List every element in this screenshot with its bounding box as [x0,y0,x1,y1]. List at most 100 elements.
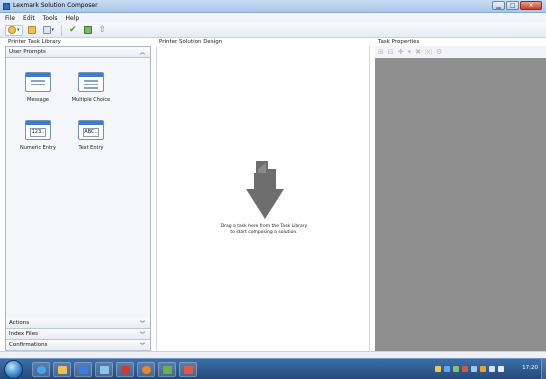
deploy-arrow-icon: ⇧ [98,25,107,35]
save-button[interactable]: ▾ [41,25,57,36]
network-icon[interactable] [489,366,495,372]
task-properties-panel [375,58,546,351]
tool-icon [184,366,193,374]
toolbar: ▾ ▾ ✔ ⇧ [0,23,546,38]
library-pane-title: Printer Task Library [8,39,61,45]
expand-chevron-icon: ︾ [139,320,145,327]
properties-toolbar: ⊞ ⊟ ✚ ▾ ✖ ⒳ ⚙ [375,46,546,58]
save-icon [42,26,51,34]
show-desktop-button[interactable] [541,359,546,379]
app-icon [3,3,10,10]
gear-icon[interactable]: ⚙ [436,48,442,56]
start-button[interactable] [4,360,23,379]
status-bar [0,351,546,358]
numeric-icon-text: 123.. [30,128,46,137]
taskbar-app-ie[interactable] [32,362,50,377]
drop-hint: Drag a task here from the Task Library t… [157,224,371,236]
menu-bar: File Edit Tools Help [0,13,546,23]
ie-icon [37,366,46,374]
close-icon: ✕ [528,2,534,9]
user-prompts-list: Message Multiple Choice 123.. Numeric En… [6,58,150,318]
chevron-down-icon[interactable]: ▾ [408,48,412,56]
user-prompts-label: User Prompts [9,49,46,55]
collapse-all-icon[interactable]: ⊟ [388,48,394,56]
taskbar-app-firefox[interactable] [137,362,155,377]
confirmations-label: Confirmations [9,342,48,348]
menu-edit[interactable]: Edit [23,15,35,22]
maximize-button[interactable]: □ [506,1,519,10]
build-button[interactable] [82,25,94,36]
taskbar-app-composer[interactable] [158,362,176,377]
drop-hint-line2: to start composing a solution. [230,230,298,235]
actions-label: Actions [9,320,30,326]
drop-arrow-icon [246,161,284,219]
menu-help[interactable]: Help [65,15,79,22]
taskbar-app-pdf[interactable] [116,362,134,377]
system-tray [435,366,504,372]
add-icon[interactable]: ✚ [398,48,404,56]
taskbar-app-tool[interactable] [179,362,197,377]
title-bar: Lexmark Solution Composer ▁ □ ✕ [0,0,546,13]
task-tile-message[interactable]: Message [18,72,58,103]
validate-button[interactable]: ✔ [67,25,79,36]
index-files-header[interactable]: Index Files ︾ [6,329,150,340]
multiple-choice-task-icon [78,72,104,92]
tile-label: Numeric Entry [20,145,56,151]
tray-icon[interactable] [471,366,477,372]
checkmark-icon: ✔ [69,25,77,35]
tray-icon[interactable] [444,366,450,372]
message-task-icon [25,72,51,92]
taskbar-app-network[interactable] [95,362,113,377]
numeric-entry-task-icon: 123.. [25,120,51,140]
confirmations-header[interactable]: Confirmations ︾ [6,340,150,351]
chevron-down-icon: ▾ [17,27,20,33]
pdf-icon [121,366,130,374]
taskbar-app-media[interactable] [74,362,92,377]
tray-icon[interactable] [453,366,459,372]
tile-label: Text Entry [78,145,104,151]
tile-label: Multiple Choice [71,97,111,103]
menu-tools[interactable]: Tools [43,15,58,22]
window-controls: ▁ □ ✕ [492,1,542,10]
text-entry-task-icon: ABC.. [78,120,104,140]
task-library-pane: User Prompts ︽ Message Multiple Choice 1… [5,46,151,351]
taskbar: 17:20 [0,358,546,379]
collapse-chevron-icon: ︽ [139,49,145,56]
tray-icon[interactable] [480,366,486,372]
taskbar-clock[interactable]: 17:20 [522,365,538,371]
task-tile-text-entry[interactable]: ABC.. Text Entry [71,120,111,151]
menu-file[interactable]: File [5,15,15,22]
user-prompts-header[interactable]: User Prompts ︽ [6,47,150,58]
toolbar-separator [61,24,63,36]
open-button[interactable] [26,25,38,36]
task-tile-numeric-entry[interactable]: 123.. Numeric Entry [18,120,58,151]
tray-icon[interactable] [435,366,441,372]
delete-icon[interactable]: ✖ [415,48,421,56]
index-files-label: Index Files [9,331,38,337]
chevron-down-icon: ▾ [51,27,55,33]
composer-icon [163,366,172,374]
folder-icon [27,26,36,34]
expand-chevron-icon: ︾ [139,342,145,349]
actions-header[interactable]: Actions ︾ [6,318,150,329]
variable-icon[interactable]: ⒳ [425,47,432,57]
volume-icon[interactable] [498,366,504,372]
expand-chevron-icon: ︾ [139,331,145,338]
design-pane-title: Printer Solution Design [159,39,223,45]
properties-pane-title: Task Properties [378,39,420,45]
window-title: Lexmark Solution Composer [13,2,98,9]
maximize-icon: □ [509,2,516,9]
solution-design-canvas[interactable]: Drag a task here from the Task Library t… [156,46,370,351]
build-package-icon [83,26,92,34]
text-icon-text: ABC.. [83,128,99,137]
new-solution-button[interactable]: ▾ [5,24,23,36]
deploy-button[interactable]: ⇧ [97,25,109,36]
task-tile-multiple-choice[interactable]: Multiple Choice [71,72,111,103]
tray-icon[interactable] [462,366,468,372]
close-button[interactable]: ✕ [520,1,542,10]
network-icon [100,366,109,374]
minimize-button[interactable]: ▁ [492,1,505,10]
firefox-icon [142,366,151,374]
expand-all-icon[interactable]: ⊞ [378,48,384,56]
taskbar-app-explorer[interactable] [53,362,71,377]
